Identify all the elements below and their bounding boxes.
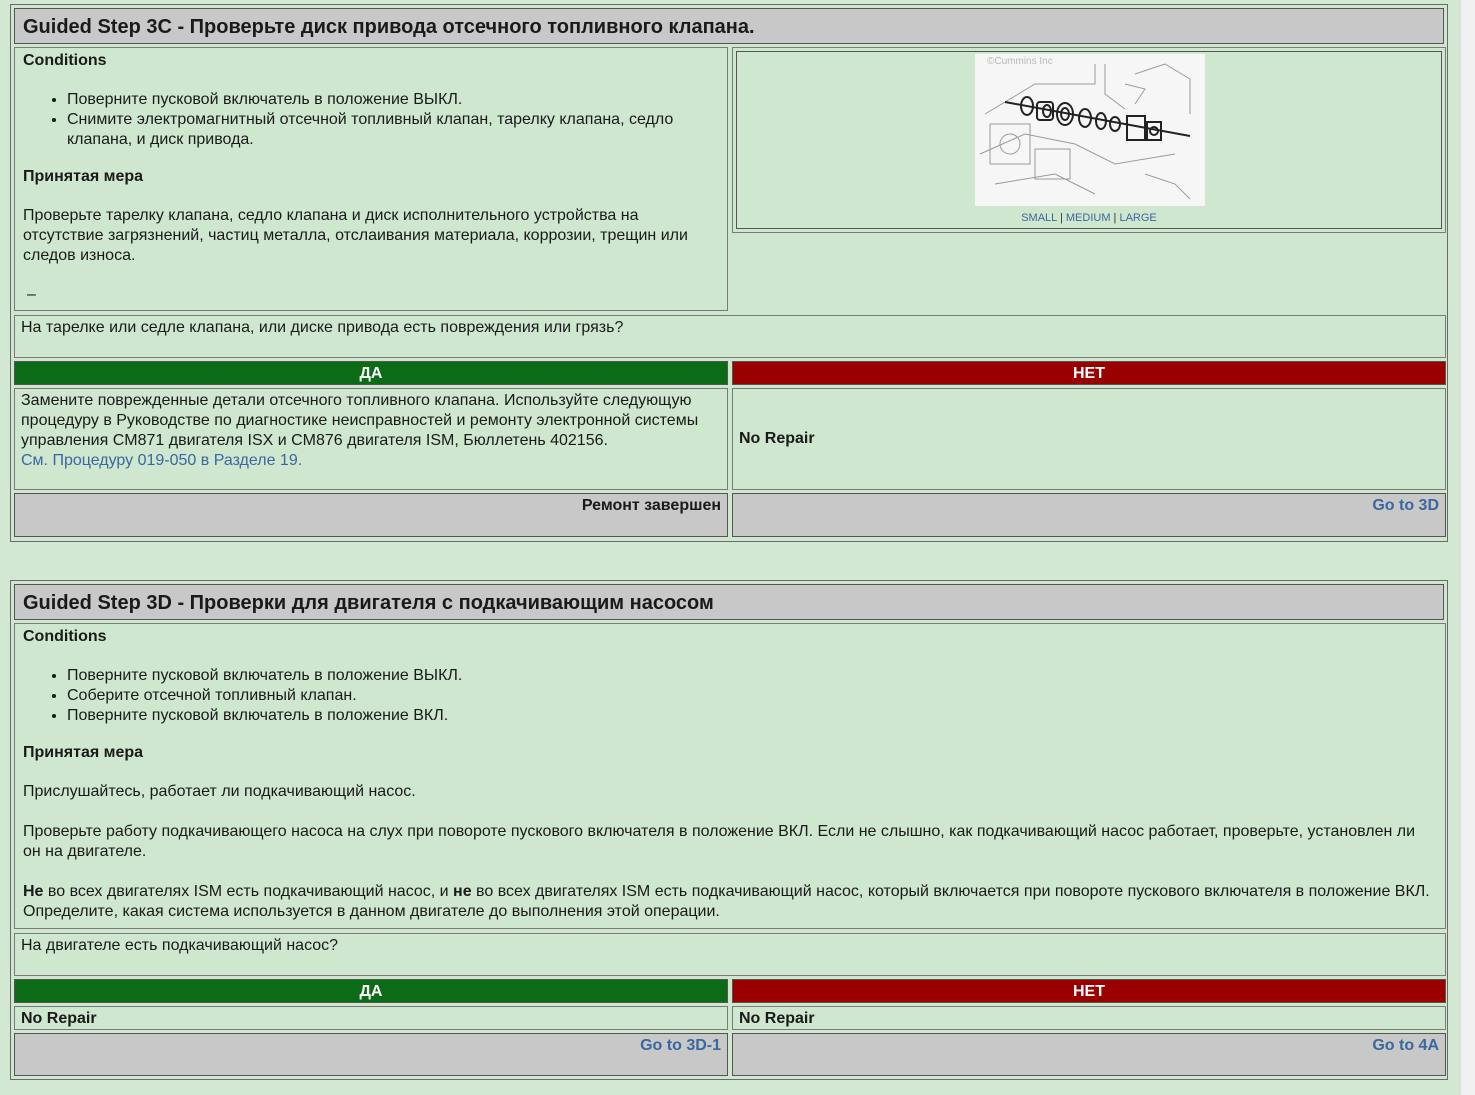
list-item: Поверните пусковой включатель в положени… <box>67 90 719 110</box>
no-result-cell: No Repair <box>732 388 1446 490</box>
emphasis: Не <box>23 883 44 900</box>
conditions-label: Conditions <box>23 52 107 69</box>
no-header: НЕТ <box>732 361 1446 385</box>
list-item: Поверните пусковой включатель в положени… <box>67 706 1437 726</box>
separator: | <box>1059 212 1063 224</box>
fuel-valve-diagram-image[interactable]: ©Cummins Inc <box>975 54 1205 206</box>
yes-result-text: No Repair <box>21 1010 97 1027</box>
yes-header: ДА <box>14 361 728 385</box>
separator: | <box>1113 212 1117 224</box>
yes-footer: Ремонт завершен <box>14 493 728 537</box>
list-item: Поверните пусковой включатель в положени… <box>67 666 1437 686</box>
action-text-2: Проверьте работу подкачивающего насоса н… <box>23 823 1416 860</box>
step-3d-conditions-panel: Conditions Поверните пусковой включатель… <box>14 623 1446 929</box>
list-item: Снимите электромагнитный отсечной топлив… <box>67 110 719 150</box>
guided-step-3c: Guided Step 3C - Проверьте диск привода … <box>10 4 1448 542</box>
no-result-text: No Repair <box>739 430 815 447</box>
no-result-cell: No Repair <box>732 1006 1446 1030</box>
no-result-text: No Repair <box>739 1010 815 1027</box>
dash-mark: – <box>27 286 36 303</box>
procedure-link[interactable]: См. Процедуру 019-050 в Разделе 19. <box>21 452 302 469</box>
image-size-medium-link[interactable]: MEDIUM <box>1066 212 1111 224</box>
repair-complete-label: Ремонт завершен <box>581 497 721 514</box>
text-run: во всех двигателях ISM есть подкачивающи… <box>43 883 454 900</box>
step-3c-title: Guided Step 3C - Проверьте диск привода … <box>14 8 1444 44</box>
no-header: НЕТ <box>732 979 1446 1003</box>
conditions-list: Поверните пусковой включатель в положени… <box>23 666 1437 726</box>
guided-step-3d: Guided Step 3D - Проверки для двигателя … <box>10 580 1448 1080</box>
action-text-1: Прислушайтесь, работает ли подкачивающий… <box>23 783 416 800</box>
image-size-links: SMALL | MEDIUM | LARGE <box>737 212 1441 224</box>
step-3c-question: На тарелке или седле клапана, или диске … <box>14 315 1446 358</box>
list-item: Соберите отсечной топливный клапан. <box>67 686 1437 706</box>
vertical-scrollbar[interactable] <box>1460 0 1475 1095</box>
conditions-list: Поверните пусковой включатель в положени… <box>23 90 719 150</box>
watermark: ©Cummins Inc <box>987 56 1053 67</box>
conditions-label: Conditions <box>23 628 107 645</box>
emphasis: не <box>453 883 472 900</box>
yes-result-cell: No Repair <box>14 1006 728 1030</box>
yes-result-cell: Замените поврежденные детали отсечного т… <box>14 388 728 490</box>
action-text: Проверьте тарелку клапана, седло клапана… <box>23 207 688 264</box>
step-3d-question: На двигателе есть подкачивающий насос? <box>14 933 1446 976</box>
diagram-panel: ©Cummins Inc SMALL | MEDIUM | LARGE <box>732 47 1446 233</box>
image-size-small-link[interactable]: SMALL <box>1021 212 1057 224</box>
go-to-3d-link[interactable]: Go to 3D <box>1372 497 1439 514</box>
yes-footer: Go to 3D-1 <box>14 1033 728 1076</box>
step-3c-conditions-panel: Conditions Поверните пусковой включатель… <box>14 47 728 311</box>
no-footer: Go to 4A <box>732 1033 1446 1076</box>
image-size-large-link[interactable]: LARGE <box>1119 212 1156 224</box>
go-to-4a-link[interactable]: Go to 4A <box>1372 1037 1439 1054</box>
go-to-3d-1-link[interactable]: Go to 3D-1 <box>640 1037 721 1054</box>
yes-result-text: Замените поврежденные детали отсечного т… <box>21 392 699 449</box>
yes-header: ДА <box>14 979 728 1003</box>
action-label: Принятая мера <box>23 744 144 761</box>
no-footer: Go to 3D <box>732 493 1446 537</box>
action-label: Принятая мера <box>23 168 144 185</box>
action-text-3: Не во всех двигателях ISM есть подкачива… <box>23 882 1437 922</box>
step-3d-title: Guided Step 3D - Проверки для двигателя … <box>14 584 1444 620</box>
